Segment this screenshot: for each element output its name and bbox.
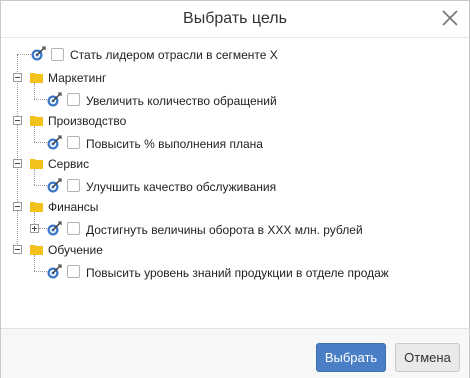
target-goal-icon: [47, 178, 62, 193]
group-label-finance[interactable]: Финансы: [48, 200, 98, 214]
collapse-toggle-finance[interactable]: [13, 202, 22, 211]
group-label-production[interactable]: Производство: [48, 114, 126, 128]
select-goal-dialog: Выбрать цель Стать лидером отрасли в сег…: [0, 0, 470, 378]
folder-icon: [30, 116, 43, 126]
goal-checkbox[interactable]: [67, 93, 80, 106]
target-goal-icon: [47, 221, 62, 236]
collapse-toggle-production[interactable]: [13, 116, 22, 125]
target-goal-icon: [31, 46, 46, 61]
folder-icon: [30, 159, 43, 169]
close-icon[interactable]: [439, 7, 461, 29]
target-goal-icon: [47, 264, 62, 279]
folder-icon: [30, 245, 43, 255]
dialog-titlebar: Выбрать цель: [1, 1, 469, 38]
dialog-footer: Выбрать Отмена: [1, 328, 469, 378]
folder-icon: [30, 73, 43, 83]
goal-checkbox[interactable]: [51, 48, 64, 61]
goal-checkbox[interactable]: [67, 265, 80, 278]
select-button[interactable]: Выбрать: [316, 343, 386, 372]
collapse-toggle-training[interactable]: [13, 245, 22, 254]
target-goal-icon: [47, 135, 62, 150]
cancel-button[interactable]: Отмена: [395, 343, 460, 372]
goal-label: Стать лидером отрасли в сегменте X: [70, 48, 278, 62]
collapse-toggle-service[interactable]: [13, 159, 22, 168]
goal-label: Повысить уровень знаний продукции в отде…: [86, 266, 389, 280]
goal-label: Достигнуть величины оборота в ХХХ млн. р…: [86, 223, 363, 237]
group-label-marketing[interactable]: Маркетинг: [48, 71, 106, 85]
goal-label: Увеличить количество обращений: [86, 94, 277, 108]
goal-checkbox[interactable]: [67, 222, 80, 235]
group-label-training[interactable]: Обучение: [48, 243, 103, 257]
goal-checkbox[interactable]: [67, 136, 80, 149]
group-label-service[interactable]: Сервис: [48, 157, 89, 171]
folder-icon: [30, 202, 43, 212]
target-goal-icon: [47, 92, 62, 107]
goal-label: Улучшить качество обслуживания: [86, 180, 277, 194]
collapse-toggle-marketing[interactable]: [13, 73, 22, 82]
goal-checkbox[interactable]: [67, 179, 80, 192]
goal-tree-panel: Стать лидером отрасли в сегменте X Марке…: [1, 38, 469, 327]
expand-toggle-goal[interactable]: [30, 224, 39, 233]
dialog-title: Выбрать цель: [183, 10, 287, 27]
goal-label: Повысить % выполнения плана: [86, 137, 263, 151]
goal-tree: Стать лидером отрасли в сегменте X Марке…: [1, 38, 469, 327]
